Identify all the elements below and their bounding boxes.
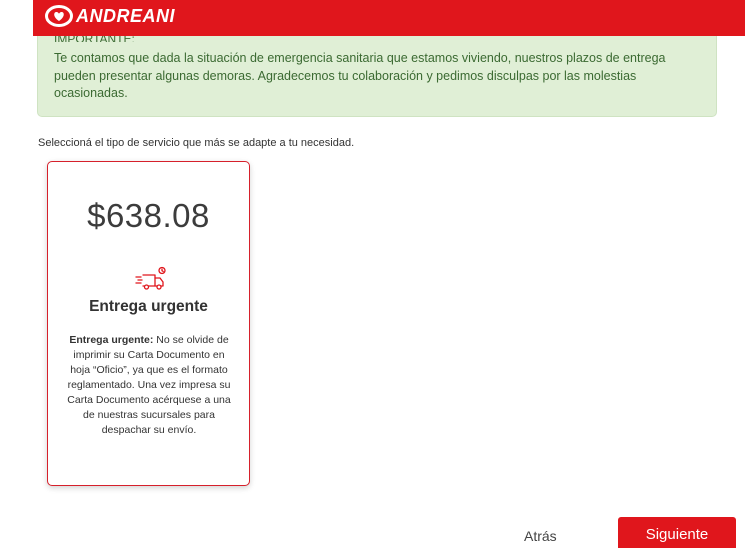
service-description: Entrega urgente: No se olvide de imprimi…	[64, 333, 234, 438]
service-price: $638.08	[48, 197, 249, 235]
alert-banner: IMPORTANTE: Te contamos que dada la situ…	[37, 36, 717, 117]
instructions-text: Seleccioná el tipo de servicio que más s…	[38, 137, 355, 149]
brand-logo[interactable]: ANDREANI	[45, 5, 176, 27]
service-title: Entrega urgente	[89, 298, 208, 315]
header-bar: ANDREANI	[33, 0, 745, 36]
fast-delivery-truck-icon	[135, 266, 166, 290]
back-link[interactable]: Atrás	[524, 528, 557, 544]
alert-message: Te contamos que dada la situación de eme…	[54, 51, 666, 100]
next-button[interactable]: Siguiente	[618, 517, 736, 548]
andreani-heart-icon	[45, 5, 73, 27]
price-amount: 638.08	[105, 197, 210, 234]
price-currency: $	[87, 197, 106, 234]
description-text: No se olvide de imprimir su Carta Docume…	[67, 334, 231, 436]
brand-name: ANDREANI	[76, 5, 176, 26]
alert-heading: IMPORTANTE:	[54, 36, 135, 42]
description-label: Entrega urgente:	[69, 334, 154, 346]
service-card-urgent[interactable]: $638.08 Entrega urgente Entrega urgente:…	[47, 161, 250, 486]
